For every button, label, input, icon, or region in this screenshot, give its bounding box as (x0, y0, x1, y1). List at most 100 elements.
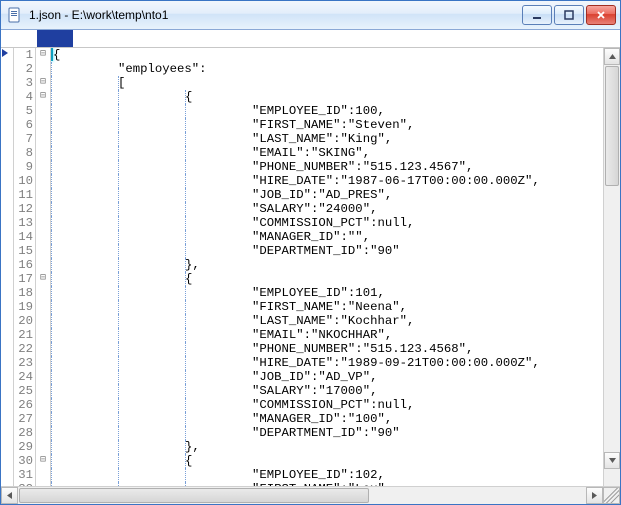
line-number[interactable]: 2 (14, 62, 33, 76)
code-text: "COMMISSION_PCT":null, (51, 398, 414, 412)
code-line[interactable]: "EMAIL":"SKING", (51, 146, 603, 160)
fold-gutter[interactable]: ⊟⊟⊟⊟⊟ (36, 48, 51, 486)
line-number[interactable]: 1 (14, 48, 33, 62)
window-buttons (520, 5, 616, 25)
code-text: "HIRE_DATE":"1987-06-17T00:00:00.000Z", (51, 174, 540, 188)
code-line[interactable]: "MANAGER_ID":"", (51, 230, 603, 244)
code-line[interactable]: "MANAGER_ID":"100", (51, 412, 603, 426)
code-line[interactable]: "DEPARTMENT_ID":"90" (51, 244, 603, 258)
scroll-down-button[interactable] (604, 452, 620, 469)
fold-spacer (36, 342, 50, 356)
code-text: "LAST_NAME":"King", (51, 132, 392, 146)
code-line[interactable]: "HIRE_DATE":"1989-09-21T00:00:00.000Z", (51, 356, 603, 370)
line-number[interactable]: 23 (14, 356, 33, 370)
vertical-scrollbar[interactable] (603, 48, 620, 486)
line-number[interactable]: 25 (14, 384, 33, 398)
vertical-scroll-thumb[interactable] (605, 66, 619, 186)
fold-spacer (36, 62, 50, 76)
line-number[interactable]: 19 (14, 300, 33, 314)
fold-spacer (36, 426, 50, 440)
code-line[interactable]: "FIRST NAME":"Lex", (51, 482, 603, 486)
code-line[interactable]: { (51, 48, 603, 62)
line-number[interactable]: 22 (14, 342, 33, 356)
line-number[interactable]: 30 (14, 454, 33, 468)
code-text: "EMPLOYEE_ID":102, (51, 468, 385, 482)
line-number[interactable]: 31 (14, 468, 33, 482)
code-line[interactable]: "SALARY":"24000", (51, 202, 603, 216)
line-number[interactable]: 14 (14, 230, 33, 244)
line-number[interactable]: 8 (14, 146, 33, 160)
column-ruler[interactable]: -+----1----+----2----+----3----+----4---… (1, 30, 620, 48)
code-line[interactable]: "SALARY":"17000", (51, 384, 603, 398)
code-line[interactable]: "JOB_ID":"AD_PRES", (51, 188, 603, 202)
line-number-gutter[interactable]: 1234567891011121314151617181920212223242… (14, 48, 36, 486)
line-number[interactable]: 26 (14, 398, 33, 412)
code-line[interactable]: "PHONE_NUMBER":"515.123.4568", (51, 342, 603, 356)
line-number[interactable]: 18 (14, 286, 33, 300)
code-line[interactable]: "EMPLOYEE_ID":102, (51, 468, 603, 482)
code-line[interactable]: "employees": (51, 62, 603, 76)
code-line[interactable]: "DEPARTMENT_ID":"90" (51, 426, 603, 440)
line-number[interactable]: 28 (14, 426, 33, 440)
line-number[interactable]: 15 (14, 244, 33, 258)
code-line[interactable]: }, (51, 258, 603, 272)
line-number[interactable]: 21 (14, 328, 33, 342)
scroll-left-button[interactable] (1, 487, 18, 504)
line-number[interactable]: 24 (14, 370, 33, 384)
bookmark-margin[interactable] (1, 48, 14, 486)
horizontal-scrollbar[interactable] (1, 486, 620, 504)
code-line[interactable]: [ (51, 76, 603, 90)
code-line[interactable]: { (51, 454, 603, 468)
maximize-button[interactable] (554, 5, 584, 25)
horizontal-scroll-thumb[interactable] (19, 488, 369, 503)
code-line[interactable]: "FIRST_NAME":"Steven", (51, 118, 603, 132)
code-line[interactable]: "EMAIL":"NKOCHHAR", (51, 328, 603, 342)
line-number[interactable]: 10 (14, 174, 33, 188)
code-line[interactable]: "LAST_NAME":"King", (51, 132, 603, 146)
fold-spacer (36, 188, 50, 202)
fold-toggle-icon[interactable]: ⊟ (36, 272, 50, 286)
fold-spacer (36, 412, 50, 426)
code-line[interactable]: "HIRE_DATE":"1987-06-17T00:00:00.000Z", (51, 174, 603, 188)
code-line[interactable]: "JOB_ID":"AD_VP", (51, 370, 603, 384)
line-number[interactable]: 20 (14, 314, 33, 328)
fold-toggle-icon[interactable]: ⊟ (36, 76, 50, 90)
code-line[interactable]: "EMPLOYEE_ID":100, (51, 104, 603, 118)
titlebar[interactable]: 1.json - E:\work\temp\nto1 (1, 1, 620, 30)
scroll-right-button[interactable] (586, 487, 603, 504)
fold-toggle-icon[interactable]: ⊟ (36, 48, 50, 62)
scroll-up-button[interactable] (604, 48, 620, 65)
code-line[interactable]: }, (51, 440, 603, 454)
line-number[interactable]: 3 (14, 76, 33, 90)
fold-spacer (36, 286, 50, 300)
code-line[interactable]: "LAST_NAME":"Kochhar", (51, 314, 603, 328)
code-line[interactable]: "PHONE_NUMBER":"515.123.4567", (51, 160, 603, 174)
minimize-button[interactable] (522, 5, 552, 25)
line-number[interactable]: 11 (14, 188, 33, 202)
line-number[interactable]: 27 (14, 412, 33, 426)
fold-spacer (36, 104, 50, 118)
code-line[interactable]: "COMMISSION_PCT":null, (51, 398, 603, 412)
code-line[interactable]: { (51, 90, 603, 104)
resize-grip[interactable] (603, 487, 620, 504)
line-number[interactable]: 6 (14, 118, 33, 132)
code-line[interactable]: "FIRST_NAME":"Neena", (51, 300, 603, 314)
fold-toggle-icon[interactable]: ⊟ (36, 90, 50, 104)
line-number[interactable]: 4 (14, 90, 33, 104)
fold-toggle-icon[interactable]: ⊟ (36, 454, 50, 468)
line-number[interactable]: 12 (14, 202, 33, 216)
line-number[interactable]: 13 (14, 216, 33, 230)
line-number[interactable]: 29 (14, 440, 33, 454)
code-line[interactable]: "COMMISSION_PCT":null, (51, 216, 603, 230)
horizontal-scroll-track[interactable] (18, 487, 586, 504)
line-number[interactable]: 5 (14, 104, 33, 118)
code-area[interactable]: {"employees":[{"EMPLOYEE_ID":100,"FIRST_… (51, 48, 603, 486)
fold-spacer (36, 300, 50, 314)
line-number[interactable]: 9 (14, 160, 33, 174)
line-number[interactable]: 17 (14, 272, 33, 286)
code-line[interactable]: { (51, 272, 603, 286)
close-button[interactable] (586, 5, 616, 25)
line-number[interactable]: 7 (14, 132, 33, 146)
line-number[interactable]: 16 (14, 258, 33, 272)
code-line[interactable]: "EMPLOYEE_ID":101, (51, 286, 603, 300)
